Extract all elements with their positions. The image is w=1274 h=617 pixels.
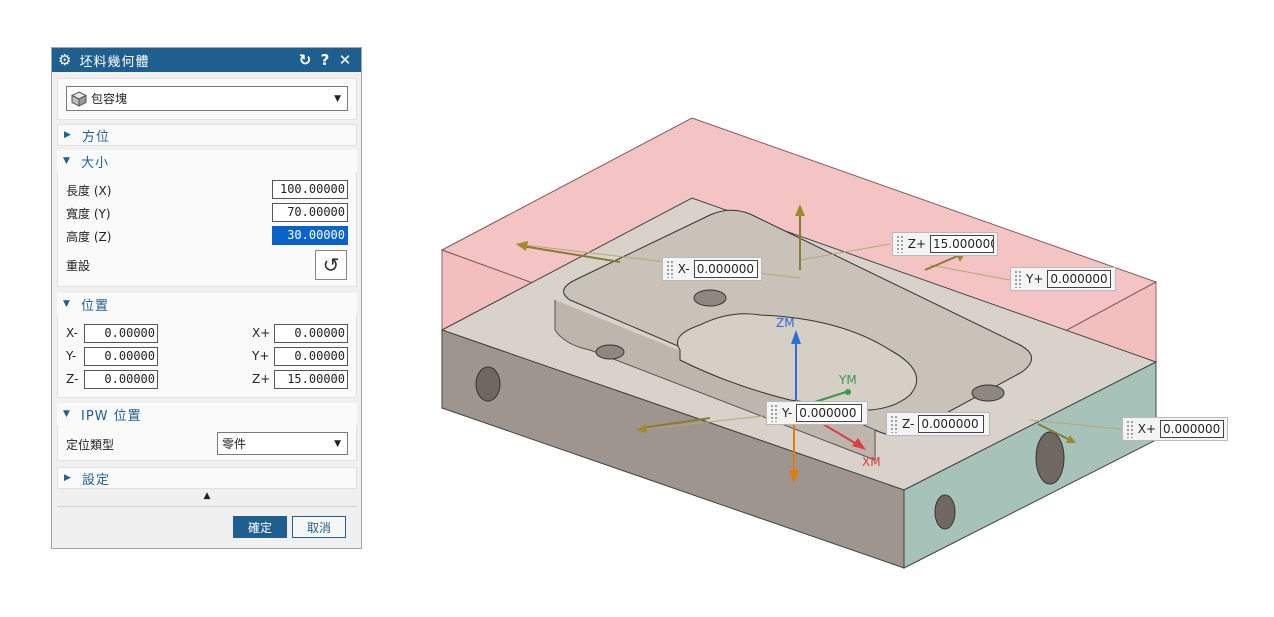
chevron-down-icon: ▼ [334, 93, 341, 104]
handle-xminus[interactable]: X- 0.000000 [662, 257, 762, 281]
drag-grip-icon[interactable] [896, 235, 904, 253]
section-orientation-label: 方位 [82, 129, 111, 145]
handle-zplus-label: Z+ [907, 237, 927, 251]
reset-size-button[interactable]: ↺ [315, 250, 347, 280]
drag-grip-icon[interactable] [890, 415, 898, 433]
section-orientation[interactable]: ▶ 方位 [57, 124, 357, 146]
axis-ym-label: YM [839, 373, 857, 387]
graphics-viewport[interactable]: ZM YM XM Z+ 15.000000 X- 0.000000 Y+ 0.0… [370, 0, 1274, 617]
type-select[interactable]: 包容塊 ▼ [66, 86, 348, 111]
section-settings-label: 設定 [82, 472, 111, 488]
dialog-title: 坯料幾何體 [79, 54, 150, 70]
yminus-input[interactable]: 0.00000 [84, 347, 158, 366]
handle-xplus-input[interactable]: 0.000000 [1160, 420, 1224, 438]
type-panel: 包容塊 ▼ [57, 78, 357, 120]
handle-yplus-label: Y+ [1026, 272, 1044, 286]
hole-top-1 [693, 289, 727, 307]
locate-type-value: 零件 [222, 437, 247, 451]
axis-ym-head [845, 389, 851, 395]
section-size-label: 大小 [81, 155, 110, 171]
length-input[interactable]: 100.00000 [272, 180, 348, 199]
help-icon[interactable]: ? [315, 51, 335, 69]
handle-zplus-input[interactable]: 15.000000 [930, 235, 994, 253]
hole-right-2 [1035, 431, 1065, 485]
ok-button[interactable]: 確定 [233, 516, 287, 538]
handle-yplus[interactable]: Y+ 0.000000 [1010, 267, 1116, 291]
type-select-value: 包容塊 [91, 92, 128, 106]
model-canvas [440, 117, 1158, 569]
close-icon[interactable]: ✕ [335, 51, 355, 69]
xplus-input[interactable]: 0.00000 [274, 324, 348, 343]
handle-yminus-label: Y- [782, 406, 793, 420]
drag-grip-icon[interactable] [666, 260, 674, 278]
hole-top-2 [595, 344, 625, 360]
xplus-label: X+ [252, 326, 271, 340]
handle-xminus-input[interactable]: 0.000000 [693, 260, 758, 278]
handle-xplus-label: X+ [1137, 422, 1157, 436]
cube-icon [71, 90, 87, 107]
chevron-down-icon: ▼ [334, 438, 341, 449]
reset-dialog-icon[interactable]: ↻ [295, 51, 315, 69]
handle-yminus[interactable]: Y- 0.000000 [766, 401, 868, 425]
divider [57, 506, 357, 507]
chevron-up-icon: ▲ [203, 491, 211, 501]
axis-zm-label: ZM [776, 316, 795, 330]
section-position[interactable]: ▼ 位置 [57, 293, 357, 315]
locate-type-select[interactable]: 零件 ▼ [217, 432, 348, 455]
axis-xm-label: XM [862, 455, 881, 469]
hole-front [475, 366, 501, 402]
dialog-titlebar: ⚙ 坯料幾何體 ↻ ? ✕ [52, 48, 361, 72]
section-ipw[interactable]: ▼ IPW 位置 [57, 403, 357, 425]
zminus-input[interactable]: 0.00000 [84, 370, 158, 389]
yminus-label: Y- [66, 349, 77, 363]
section-ipw-label: IPW 位置 [81, 408, 142, 424]
width-label: 寬度 (Y) [66, 207, 111, 221]
xminus-input[interactable]: 0.00000 [84, 324, 158, 343]
handle-xminus-label: X- [677, 262, 690, 276]
section-settings[interactable]: ▶ 設定 [57, 467, 357, 489]
handle-yplus-input[interactable]: 0.000000 [1047, 270, 1112, 288]
chevron-down-icon: ▼ [63, 409, 70, 419]
hole-right-1 [934, 494, 956, 530]
cancel-button[interactable]: 取消 [292, 516, 346, 538]
yplus-input[interactable]: 0.00000 [274, 347, 348, 366]
height-input[interactable]: 30.00000 [272, 226, 348, 245]
undo-icon: ↺ [322, 253, 340, 277]
chevron-down-icon: ▼ [63, 299, 70, 309]
handle-zplus[interactable]: Z+ 15.000000 [892, 232, 998, 256]
zminus-label: Z- [66, 372, 79, 386]
handle-zminus-label: Z- [902, 417, 915, 431]
drag-grip-icon[interactable] [1014, 270, 1022, 288]
section-position-label: 位置 [81, 298, 110, 314]
section-size[interactable]: ▼ 大小 [57, 150, 357, 172]
collapse-toggle[interactable]: ▲ [57, 491, 357, 505]
chevron-right-icon: ▶ [64, 473, 71, 483]
drag-grip-icon[interactable] [1126, 420, 1134, 438]
handle-zminus-input[interactable]: 0.000000 [918, 415, 985, 433]
zplus-input[interactable]: 15.00000 [274, 370, 348, 389]
xminus-label: X- [66, 326, 78, 340]
yplus-label: Y+ [252, 349, 270, 363]
chevron-right-icon: ▶ [64, 130, 71, 140]
width-input[interactable]: 70.00000 [272, 203, 348, 222]
blank-geometry-dialog: ⚙ 坯料幾何體 ↻ ? ✕ 包容塊 ▼ ▶ 方位 ▼ 大小 長度 (X) 100… [51, 47, 362, 549]
handle-xplus[interactable]: X+ 0.000000 [1122, 417, 1228, 441]
reset-label: 重設 [66, 259, 91, 273]
zplus-label: Z+ [252, 372, 271, 386]
chevron-down-icon: ▼ [63, 156, 70, 166]
locate-type-label: 定位類型 [66, 438, 115, 452]
height-label: 高度 (Z) [66, 230, 112, 244]
hole-top-3 [971, 384, 1005, 402]
handle-yminus-input[interactable]: 0.000000 [796, 404, 863, 422]
handle-zminus[interactable]: Z- 0.000000 [886, 412, 990, 436]
length-label: 長度 (X) [66, 184, 112, 198]
gear-icon: ⚙ [58, 51, 72, 69]
drag-grip-icon[interactable] [770, 404, 778, 422]
